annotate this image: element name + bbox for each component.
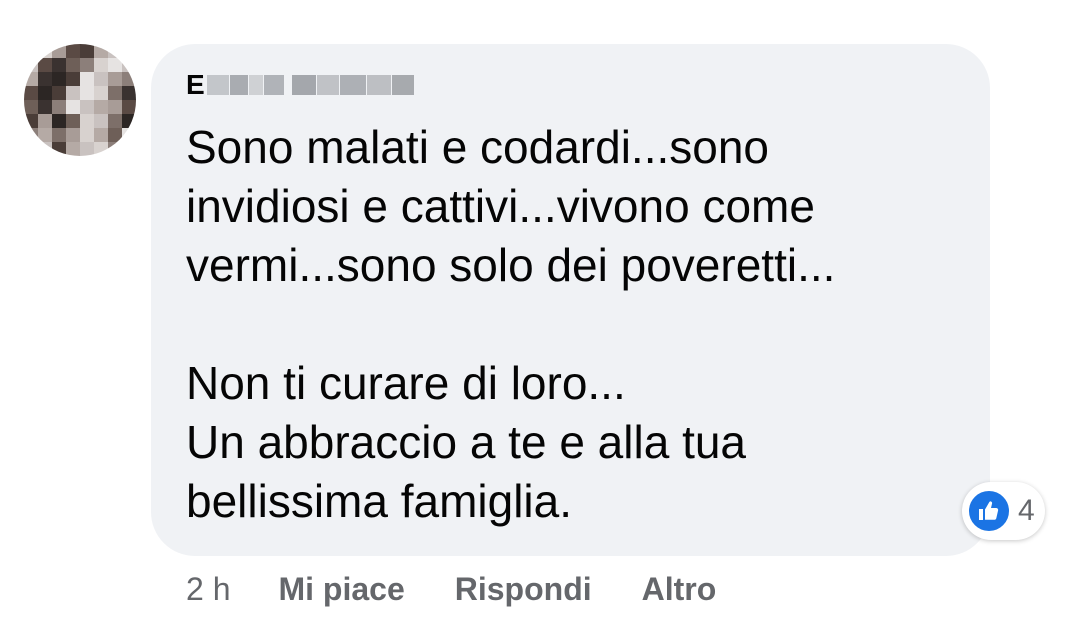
avatar-pixel (108, 72, 122, 86)
avatar-pixel (24, 72, 38, 86)
comment-screen: E Sono malati e codardi...sono invidiosi… (0, 0, 1079, 636)
avatar-pixel (38, 100, 52, 114)
avatar-pixel (24, 142, 38, 156)
comment-author[interactable]: E (186, 68, 415, 102)
avatar-pixel (66, 44, 80, 58)
avatar-pixel (94, 44, 108, 58)
avatar-pixel (38, 86, 52, 100)
thumbs-up-icon (966, 488, 1012, 534)
comment-text: Sono malati e codardi...sono invidiosi e… (186, 118, 966, 531)
avatar-pixel (38, 72, 52, 86)
avatar-pixel (38, 114, 52, 128)
avatar-pixel (24, 128, 38, 142)
avatar-pixel (80, 44, 94, 58)
avatar-pixel (52, 100, 66, 114)
reply-button[interactable]: Rispondi (455, 571, 592, 608)
avatar-pixel (38, 128, 52, 142)
comment-actions: 2 h Mi piace Rispondi Altro (186, 566, 716, 612)
comment-timestamp[interactable]: 2 h (186, 571, 230, 608)
avatar-pixel (122, 142, 136, 156)
comment-line: Sono malati e codardi...sono (186, 121, 770, 173)
more-button[interactable]: Altro (642, 571, 717, 608)
avatar-pixel (24, 114, 38, 128)
comment-line: invidiosi e cattivi...vivono come (186, 180, 815, 232)
avatar-pixel (94, 142, 108, 156)
avatar-pixel (122, 128, 136, 142)
avatar-pixel (66, 86, 80, 100)
avatar-pixel (66, 100, 80, 114)
avatar-pixel (66, 128, 80, 142)
avatar-pixel (66, 72, 80, 86)
avatar-pixel (108, 128, 122, 142)
avatar-pixel (52, 58, 66, 72)
avatar-pixel (80, 86, 94, 100)
avatar-pixel (80, 72, 94, 86)
avatar-pixel (122, 100, 136, 114)
avatar-pixel (94, 58, 108, 72)
avatar-pixel (108, 86, 122, 100)
like-button[interactable]: Mi piace (278, 571, 404, 608)
avatar-pixel (122, 44, 136, 58)
avatar-pixel (108, 100, 122, 114)
comment-line: bellissima famiglia. (186, 475, 573, 527)
avatar-pixel (66, 58, 80, 72)
comment-line: Un abbraccio a te e alla tua (186, 416, 747, 468)
avatar-pixel (122, 72, 136, 86)
avatar-pixel (38, 58, 52, 72)
avatar-pixel (52, 128, 66, 142)
avatar-pixel (80, 100, 94, 114)
avatar-pixel (38, 142, 52, 156)
avatar-pixel (80, 128, 94, 142)
avatar-pixel (122, 86, 136, 100)
avatar-pixel (94, 86, 108, 100)
avatar-pixel (52, 44, 66, 58)
author-name-redacted (206, 75, 415, 95)
comment-line: Non ti curare di loro... (186, 357, 626, 409)
avatar-pixel (80, 142, 94, 156)
avatar-pixel (24, 44, 38, 58)
avatar-pixel (80, 114, 94, 128)
avatar[interactable] (24, 44, 136, 156)
reaction-summary[interactable]: 4 (962, 482, 1045, 540)
avatar-pixel (52, 72, 66, 86)
avatar-pixel (80, 58, 94, 72)
avatar-pixel (66, 114, 80, 128)
comment-line-blank (186, 295, 966, 354)
avatar-pixel (108, 58, 122, 72)
avatar-pixel (52, 114, 66, 128)
reaction-count: 4 (1018, 494, 1035, 527)
author-name-initial[interactable]: E (186, 69, 205, 101)
avatar-pixel (52, 142, 66, 156)
avatar-pixel (24, 100, 38, 114)
avatar-pixel (24, 86, 38, 100)
avatar-pixel (94, 128, 108, 142)
avatar-pixel (122, 58, 136, 72)
avatar-pixel (24, 58, 38, 72)
avatar-pixel (108, 142, 122, 156)
avatar-pixel (66, 142, 80, 156)
avatar-pixel (38, 44, 52, 58)
thumbs-up-glyph (979, 501, 999, 520)
avatar-pixel (94, 100, 108, 114)
avatar-pixel (94, 114, 108, 128)
avatar-pixel (122, 114, 136, 128)
comment-line: vermi...sono solo dei poveretti... (186, 239, 836, 291)
avatar-pixel (108, 114, 122, 128)
avatar-pixel (108, 44, 122, 58)
avatar-pixel (94, 72, 108, 86)
avatar-pixel (52, 86, 66, 100)
